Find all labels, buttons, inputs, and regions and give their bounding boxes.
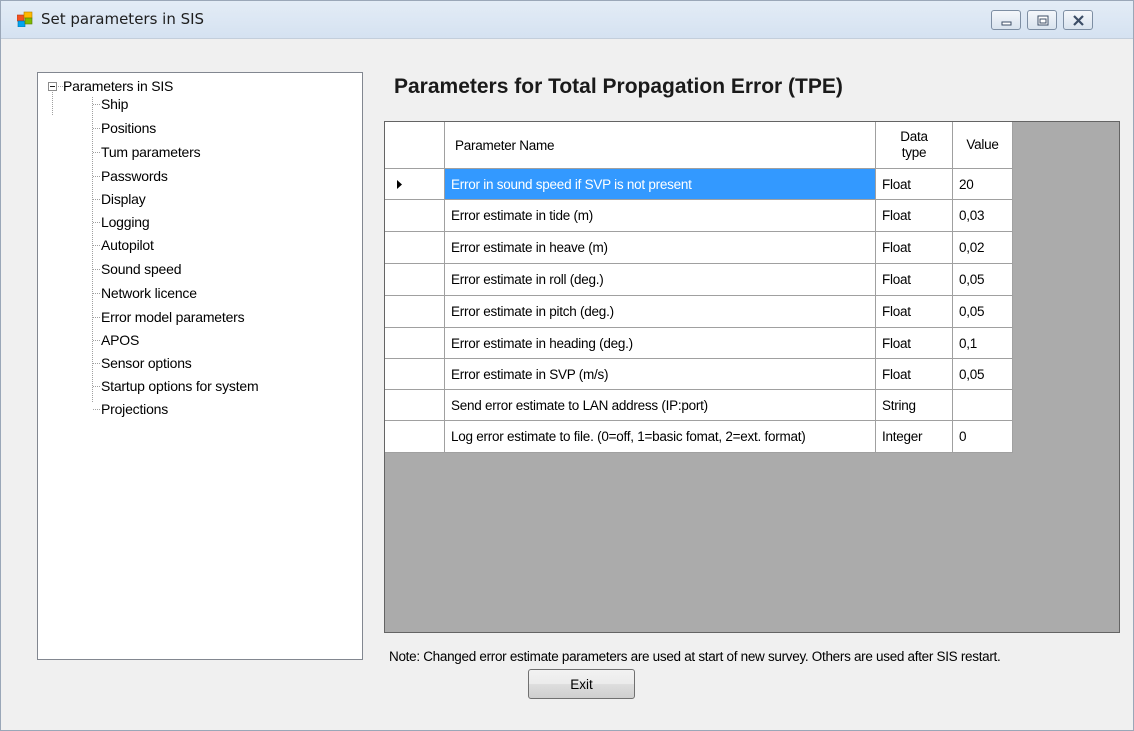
close-icon: [1073, 15, 1084, 26]
tree-item-startup-options[interactable]: Startup options for system: [101, 378, 259, 394]
row-header[interactable]: [385, 200, 445, 232]
cell-value[interactable]: [953, 390, 1013, 421]
tree-item-display[interactable]: Display: [101, 191, 146, 207]
parameter-tree[interactable]: Parameters in SIS Ship Positions Tum par…: [37, 72, 363, 660]
cell-value[interactable]: 0,05: [953, 359, 1013, 390]
exit-button[interactable]: Exit: [528, 669, 635, 699]
cell-value[interactable]: 0,02: [953, 232, 1013, 264]
row-header[interactable]: [385, 359, 445, 390]
tree-item-projections[interactable]: Projections: [101, 401, 168, 417]
cell-parameter-name[interactable]: Error estimate in tide (m): [445, 200, 876, 232]
row-header[interactable]: [385, 296, 445, 328]
tree-item-logging[interactable]: Logging: [101, 214, 150, 230]
right-triangle-icon: [397, 179, 402, 189]
minimize-icon: [1001, 21, 1012, 26]
cell-data-type[interactable]: Integer: [876, 421, 953, 453]
row-header[interactable]: [385, 390, 445, 421]
cell-value[interactable]: 0: [953, 421, 1013, 453]
tree-item-sensor-options[interactable]: Sensor options: [101, 355, 192, 371]
tree-item-error-model-parameters[interactable]: Error model parameters: [101, 309, 245, 325]
tree-item-autopilot[interactable]: Autopilot: [101, 237, 154, 253]
grid-corner-header[interactable]: [385, 122, 445, 169]
row-header[interactable]: [385, 169, 445, 200]
window: Set parameters in SIS Parameters in SIS …: [0, 0, 1134, 731]
title-bar[interactable]: Set parameters in SIS: [1, 1, 1133, 39]
row-header[interactable]: [385, 328, 445, 359]
maximize-button[interactable]: [1027, 10, 1057, 30]
tree-item-apos[interactable]: APOS: [101, 332, 139, 348]
cell-value[interactable]: 0,1: [953, 328, 1013, 359]
cell-value[interactable]: 0,03: [953, 200, 1013, 232]
cell-parameter-name[interactable]: Error in sound speed if SVP is not prese…: [445, 169, 876, 200]
tree-item-ship[interactable]: Ship: [101, 96, 128, 112]
client-area: Parameters in SIS Ship Positions Tum par…: [8, 39, 1126, 725]
tree-item-network-licence[interactable]: Network licence: [101, 285, 197, 301]
column-header-value[interactable]: Value: [953, 122, 1013, 169]
minus-box-icon: [48, 82, 57, 91]
cell-parameter-name[interactable]: Error estimate in SVP (m/s): [445, 359, 876, 390]
cell-parameter-name[interactable]: Error estimate in roll (deg.): [445, 264, 876, 296]
close-button[interactable]: [1063, 10, 1093, 30]
cell-value[interactable]: 0,05: [953, 296, 1013, 328]
row-header[interactable]: [385, 264, 445, 296]
cell-data-type[interactable]: Float: [876, 264, 953, 296]
tree-lines: [48, 82, 100, 410]
cell-data-type[interactable]: Float: [876, 296, 953, 328]
restore-icon: [1037, 15, 1049, 26]
cell-data-type[interactable]: Float: [876, 232, 953, 264]
cell-value[interactable]: 0,05: [953, 264, 1013, 296]
cell-data-type[interactable]: Float: [876, 169, 953, 200]
tree-item-positions[interactable]: Positions: [101, 120, 156, 136]
page-title: Parameters for Total Propagation Error (…: [394, 75, 843, 98]
parameters-grid[interactable]: Parameter Name Data type Value Error in …: [384, 121, 1120, 633]
window-title: Set parameters in SIS: [41, 10, 205, 28]
cell-parameter-name[interactable]: Log error estimate to file. (0=off, 1=ba…: [445, 421, 876, 453]
minimize-button[interactable]: [991, 10, 1021, 30]
cell-parameter-name[interactable]: Error estimate in heave (m): [445, 232, 876, 264]
cell-parameter-name[interactable]: Error estimate in pitch (deg.): [445, 296, 876, 328]
cell-data-type[interactable]: String: [876, 390, 953, 421]
tree-item-tum-parameters[interactable]: Tum parameters: [101, 144, 201, 160]
cell-parameter-name[interactable]: Error estimate in heading (deg.): [445, 328, 876, 359]
tree-item-passwords[interactable]: Passwords: [101, 168, 168, 184]
tree-item-sound-speed[interactable]: Sound speed: [101, 261, 182, 277]
windows-app-icon: [17, 11, 33, 27]
cell-value[interactable]: 20: [953, 169, 1013, 200]
cell-data-type[interactable]: Float: [876, 200, 953, 232]
note-text: Note: Changed error estimate parameters …: [389, 649, 1001, 664]
cell-data-type[interactable]: Float: [876, 328, 953, 359]
cell-parameter-name[interactable]: Send error estimate to LAN address (IP:p…: [445, 390, 876, 421]
row-header[interactable]: [385, 421, 445, 453]
column-header-data-type[interactable]: Data type: [876, 122, 953, 169]
column-header-parameter-name[interactable]: Parameter Name: [445, 122, 876, 169]
cell-data-type[interactable]: Float: [876, 359, 953, 390]
row-header[interactable]: [385, 232, 445, 264]
tree-root-label[interactable]: Parameters in SIS: [63, 78, 173, 94]
